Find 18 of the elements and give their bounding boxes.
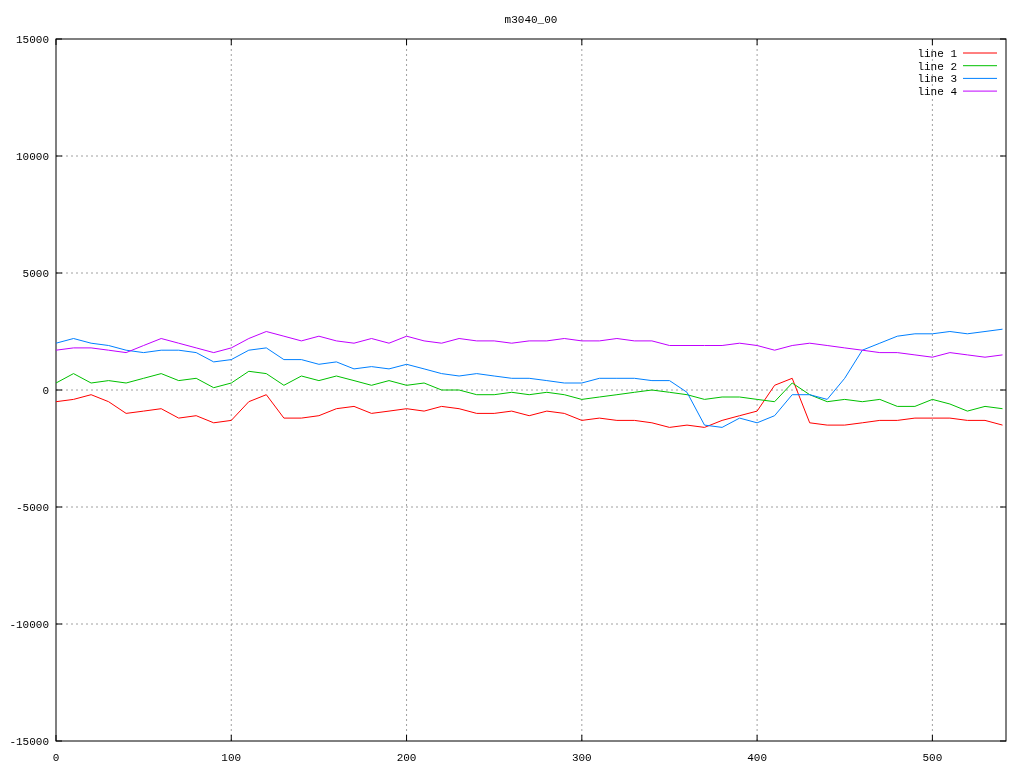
y-tick-label: -15000 bbox=[9, 736, 49, 748]
x-tick-label: 400 bbox=[747, 752, 767, 764]
legend-label: line 4 bbox=[917, 86, 957, 99]
y-tick-label: -5000 bbox=[16, 502, 49, 514]
y-tick-label: 5000 bbox=[22, 268, 49, 280]
x-tick-label: 300 bbox=[571, 752, 592, 764]
y-tick-label: 0 bbox=[42, 385, 49, 397]
chart-title: m3040_00 bbox=[504, 14, 558, 26]
y-tick-label: 10000 bbox=[16, 151, 49, 163]
legend-label: line 3 bbox=[917, 73, 957, 86]
legend-label: line 2 bbox=[917, 60, 957, 73]
y-tick-label: 15000 bbox=[16, 34, 49, 46]
legend-label: line 1 bbox=[917, 48, 957, 60]
x-tick-label: 0 bbox=[52, 752, 60, 764]
x-tick-label: 200 bbox=[396, 752, 417, 764]
y-tick-label: -10000 bbox=[9, 619, 49, 631]
x-tick-label: 100 bbox=[221, 752, 242, 764]
x-tick-label: 500 bbox=[922, 752, 943, 764]
